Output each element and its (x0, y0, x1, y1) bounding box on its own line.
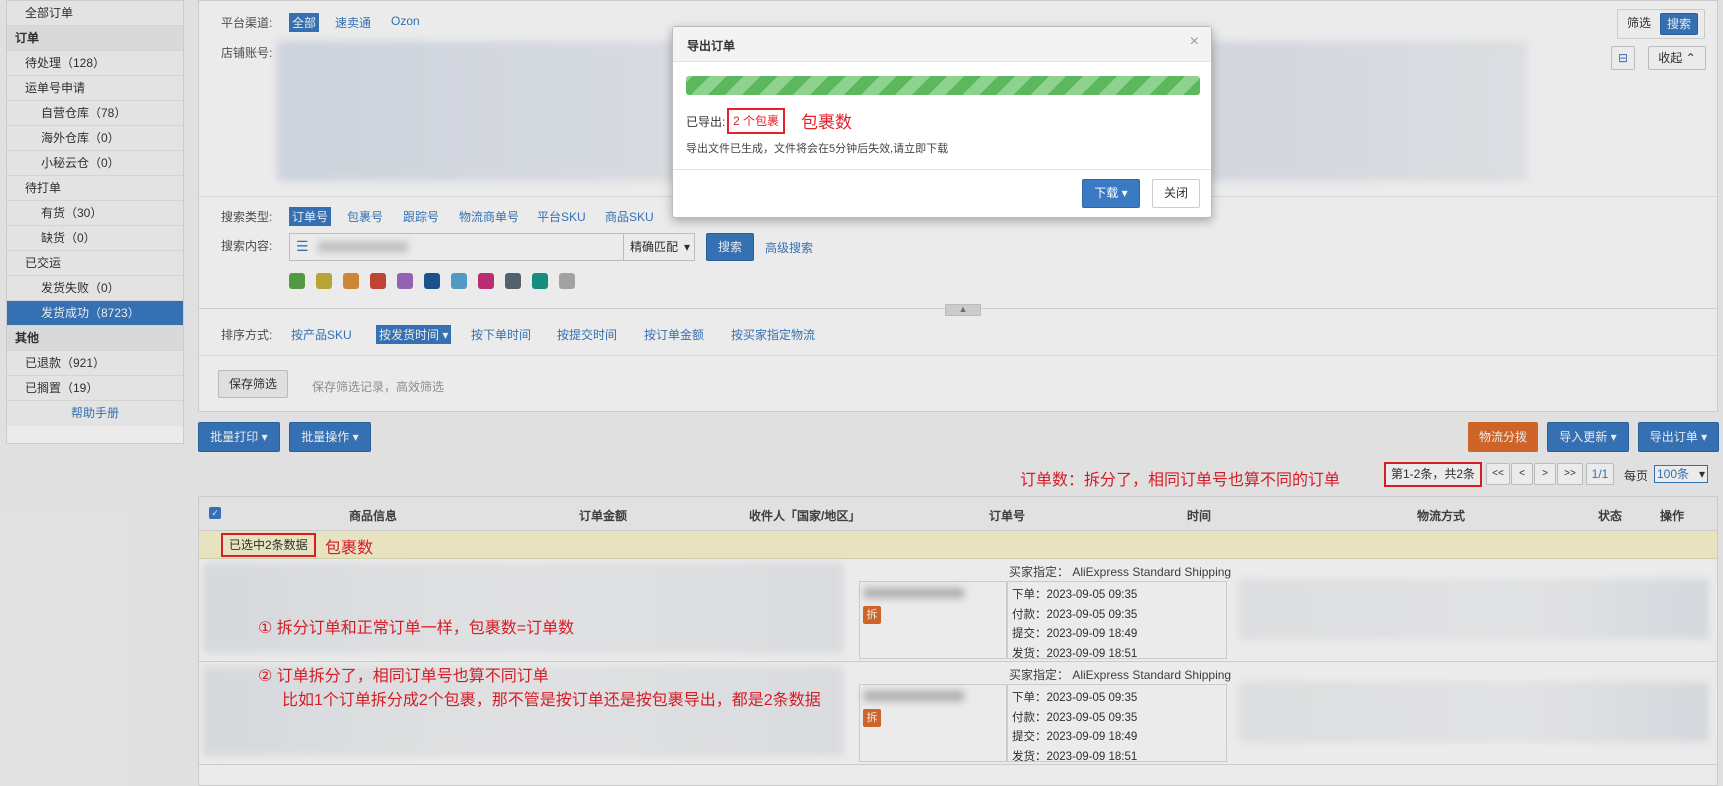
export-hint: 导出文件已生成，文件将会在5分钟后失效,请立即下载 (686, 143, 949, 155)
modal-divider (673, 169, 1211, 170)
modal-title: 导出订单 (687, 39, 736, 53)
close-icon[interactable]: × (1190, 33, 1199, 51)
exported-annotation: 包裹数 (801, 113, 852, 132)
progress-bar (686, 76, 1200, 95)
close-button[interactable]: 关闭 (1152, 179, 1200, 208)
exported-value: 2 个包裹 (727, 108, 786, 134)
progress-track (686, 76, 1200, 95)
download-button[interactable]: 下载 ▾ (1082, 179, 1140, 208)
chevron-down-icon: ▾ (1121, 186, 1128, 200)
export-modal: 导出订单 × 已导出: 2 个包裹 包裹数 导出文件已生成，文件将会在5分钟后失… (672, 26, 1212, 218)
download-label: 下载 (1094, 186, 1119, 200)
modal-header: 导出订单 × (673, 27, 1211, 62)
exported-label: 已导出: (686, 115, 726, 129)
